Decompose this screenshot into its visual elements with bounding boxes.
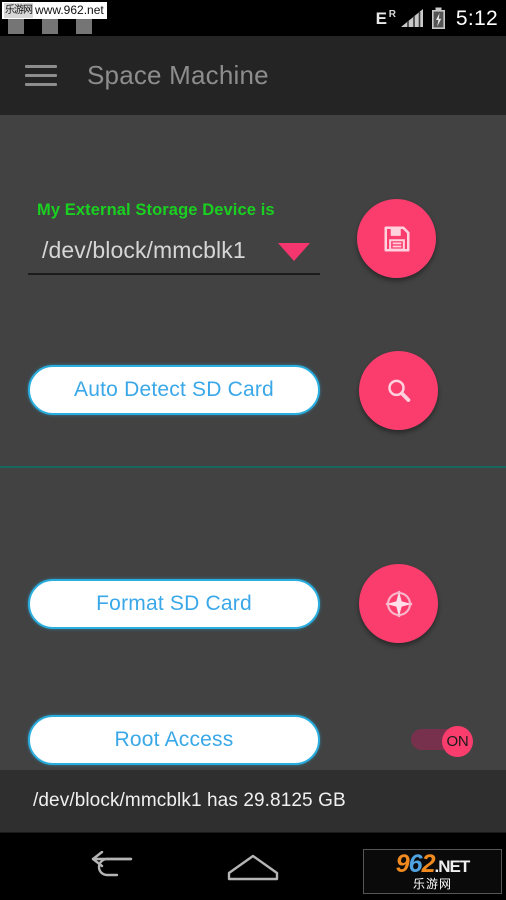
- chevron-down-icon: [278, 243, 310, 261]
- signal-bars-icon: [400, 9, 423, 27]
- hamburger-menu-icon[interactable]: [25, 64, 57, 87]
- toggle-state-label: ON: [446, 733, 469, 750]
- root-access-button[interactable]: Root Access: [28, 715, 320, 765]
- watermark-cn-label: 乐游网: [4, 3, 33, 18]
- main-content: My External Storage Device is /dev/block…: [0, 115, 506, 770]
- storage-device-label: My External Storage Device is: [37, 201, 275, 219]
- auto-detect-sd-card-button[interactable]: Auto Detect SD Card: [28, 365, 320, 415]
- hamburger-line-3: [25, 82, 57, 86]
- home-icon: [227, 854, 279, 881]
- nav-home-button[interactable]: [203, 833, 303, 900]
- battery-charging-icon: [431, 7, 445, 29]
- watermark-suffix: .NET: [434, 857, 470, 876]
- compass-rose-icon: [385, 590, 412, 617]
- site-watermark-bottom: 962.NET 乐游网: [363, 849, 502, 894]
- toggle-thumb: ON: [442, 726, 473, 757]
- format-sd-card-label: Format SD Card: [96, 592, 252, 615]
- hamburger-line-1: [25, 64, 57, 68]
- root-access-toggle[interactable]: ON: [411, 726, 473, 757]
- app-bar: Space Machine: [0, 36, 506, 115]
- root-access-label: Root Access: [114, 728, 234, 751]
- save-button[interactable]: [357, 199, 436, 278]
- nav-back-button[interactable]: [62, 833, 162, 900]
- watermark-url: www.962.net: [35, 3, 104, 17]
- status-message: /dev/block/mmcblk1 has 29.8125 GB: [33, 790, 346, 811]
- auto-detect-sd-card-label: Auto Detect SD Card: [74, 378, 274, 401]
- watermark-bottom-cn-label: 乐游网: [412, 877, 452, 891]
- watermark-logo: 962.NET: [395, 850, 470, 879]
- section-divider: [0, 466, 506, 468]
- compass-button[interactable]: [359, 564, 438, 643]
- format-sd-card-button[interactable]: Format SD Card: [28, 579, 320, 629]
- storage-device-value: /dev/block/mmcblk1: [42, 236, 246, 263]
- network-type-indicator: E: [375, 8, 387, 28]
- phone-screen: E R 5:12 乐游网 www.962.net Space Machine M…: [0, 0, 506, 900]
- status-bar-icons: E R 5:12: [376, 7, 498, 30]
- hamburger-line-2: [25, 73, 57, 77]
- storage-device-dropdown[interactable]: /dev/block/mmcblk1: [28, 227, 320, 275]
- watermark-digit-2: 2: [421, 850, 436, 878]
- floppy-disk-save-icon: [384, 226, 409, 251]
- status-message-bar: /dev/block/mmcblk1 has 29.8125 GB: [0, 770, 506, 832]
- site-watermark-top: 乐游网 www.962.net: [2, 2, 107, 19]
- roaming-indicator: R: [388, 8, 396, 20]
- page-title: Space Machine: [87, 60, 269, 90]
- search-button[interactable]: [359, 351, 438, 430]
- watermark-digit-6: 6: [408, 850, 423, 878]
- magnifying-glass-icon: [387, 379, 410, 402]
- watermark-digit-9: 9: [395, 850, 410, 878]
- system-clock: 5:12: [455, 6, 498, 30]
- back-arrow-icon: [91, 851, 133, 877]
